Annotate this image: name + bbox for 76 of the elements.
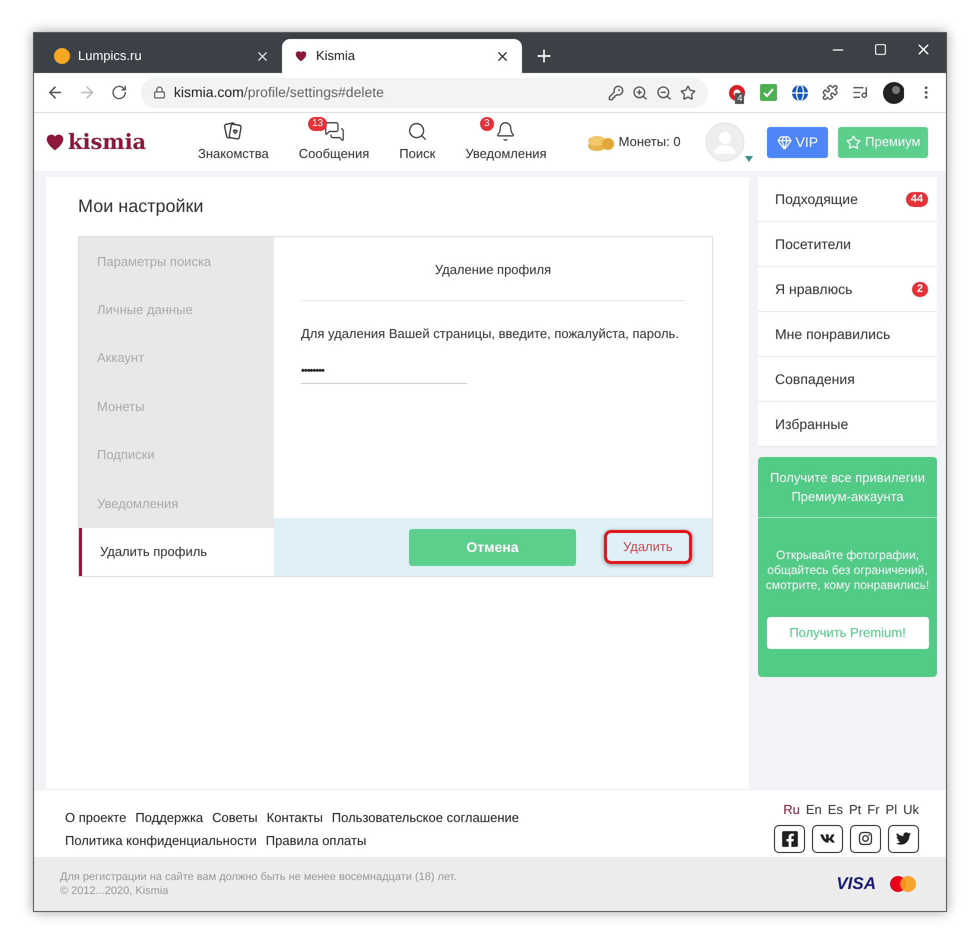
sidebar-item[interactable]: Подходящие 44 bbox=[758, 177, 937, 222]
key-icon[interactable] bbox=[608, 84, 624, 100]
sidebar-item[interactable]: Мне понравились bbox=[758, 312, 937, 357]
count-badge: 3 bbox=[480, 117, 494, 132]
promo-title: Получите все привилегии Премиум-аккаунта bbox=[758, 457, 937, 518]
chat-icon bbox=[324, 121, 344, 142]
cards-icon bbox=[222, 120, 244, 142]
gem-icon bbox=[776, 134, 792, 150]
mastercard-logo bbox=[890, 876, 916, 892]
site-icon bbox=[54, 48, 70, 64]
browser-tab[interactable]: Kismia bbox=[282, 39, 522, 73]
check-icon[interactable] bbox=[760, 84, 777, 101]
language-link[interactable]: En bbox=[806, 800, 822, 820]
maximize-icon[interactable] bbox=[874, 43, 887, 56]
zoom-in-icon[interactable] bbox=[632, 84, 648, 100]
globe-icon[interactable] bbox=[790, 84, 808, 102]
footer-link[interactable]: Пользовательское соглашение bbox=[332, 808, 520, 828]
footer-link[interactable]: Советы bbox=[212, 808, 258, 828]
twitter-icon bbox=[896, 831, 911, 846]
logo[interactable]: kismia bbox=[44, 126, 194, 158]
browser-tab[interactable]: Lumpics.ru bbox=[42, 39, 282, 73]
dropdown-icon[interactable] bbox=[744, 156, 753, 162]
bell-icon bbox=[495, 121, 516, 142]
settings-menu-item[interactable]: Удалить профиль bbox=[79, 528, 274, 576]
media-icon[interactable] bbox=[852, 84, 869, 101]
reload-icon[interactable] bbox=[110, 84, 127, 101]
sidebar-item[interactable]: Я нравлюсь 2 bbox=[758, 267, 937, 312]
instagram-button[interactable] bbox=[850, 824, 881, 852]
tab-title: Kismia bbox=[316, 47, 356, 66]
sidebar-item[interactable]: Избранные bbox=[758, 402, 937, 447]
lock-icon bbox=[152, 86, 166, 99]
twitter-button[interactable] bbox=[888, 824, 919, 852]
footer-link[interactable]: О проекте bbox=[65, 808, 126, 828]
vk-button[interactable] bbox=[812, 824, 843, 852]
coins-text: Монеты: 0 bbox=[618, 133, 681, 152]
facebook-icon bbox=[780, 830, 798, 848]
language-link[interactable]: Es bbox=[828, 800, 843, 820]
page-title: Мои настройки bbox=[78, 195, 204, 218]
footer-link[interactable]: Поддержка bbox=[135, 808, 204, 828]
star-icon[interactable] bbox=[680, 84, 696, 100]
address-bar[interactable]: kismia.com/profile/settings#delete bbox=[140, 78, 708, 108]
url-text: kismia.com/profile/settings#delete bbox=[174, 83, 385, 102]
count-badge: 13 bbox=[308, 117, 328, 132]
logo-text: kismia bbox=[68, 128, 146, 156]
promo-text: Открывайте фотографии, общайтесь без ограничений, смотрите, кому понравились! bbox=[764, 548, 930, 593]
password-field[interactable]: •••••••• bbox=[301, 363, 467, 384]
language-link[interactable]: Ru bbox=[783, 800, 800, 820]
avatar-icon[interactable] bbox=[882, 82, 904, 104]
nav-item[interactable]: Поиск bbox=[395, 121, 440, 164]
language-link[interactable]: Pt bbox=[848, 800, 862, 820]
instruction-text: Для удаления Вашей страницы, введите, пожалуйста, пароль. bbox=[301, 324, 680, 343]
facebook-button[interactable] bbox=[774, 824, 805, 852]
extension-badge: 4 bbox=[735, 92, 744, 104]
search-icon bbox=[406, 121, 428, 142]
count-badge: 2 bbox=[912, 282, 928, 296]
sidebar-item[interactable]: Посетители bbox=[758, 222, 937, 267]
age-disclaimer: Для регистрации на сайте вам должно быть не менее восемнадцати (18) лет. bbox=[60, 870, 457, 884]
zoom-out-icon[interactable] bbox=[656, 84, 672, 100]
nav-item[interactable]: Знакомства bbox=[194, 120, 273, 164]
section-heading: Удаление профиля bbox=[301, 237, 685, 300]
star-icon bbox=[846, 134, 862, 150]
instagram-icon bbox=[858, 831, 873, 846]
footer-link[interactable]: Политика конфиденциальности bbox=[65, 830, 257, 850]
count-badge: 44 bbox=[906, 192, 928, 206]
footer-link[interactable]: Правила оплаты bbox=[266, 830, 366, 850]
visa-logo: VISA bbox=[836, 873, 876, 896]
language-link[interactable]: Fr bbox=[867, 800, 880, 820]
tab-title: Lumpics.ru bbox=[78, 47, 143, 66]
language-link[interactable]: Pl bbox=[886, 800, 898, 820]
site-icon bbox=[294, 49, 308, 63]
delete-button[interactable]: Удалить bbox=[604, 530, 692, 564]
puzzle-icon[interactable] bbox=[822, 84, 838, 101]
language-link[interactable]: Uk bbox=[903, 800, 919, 820]
footer-link[interactable]: Контакты bbox=[266, 808, 323, 828]
copyright: © 2012...2020, Kismia bbox=[60, 884, 170, 898]
sidebar-item[interactable]: Совпадения bbox=[758, 357, 937, 402]
